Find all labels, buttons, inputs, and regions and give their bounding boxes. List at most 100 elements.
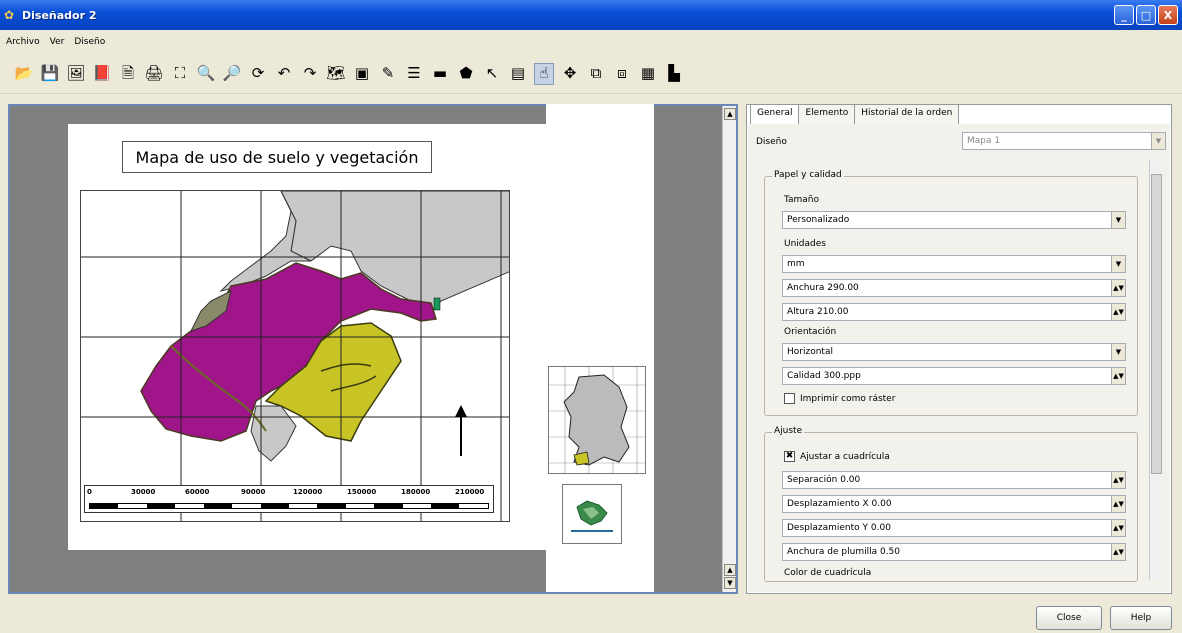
spin-arrows-icon[interactable]: ▲▼ xyxy=(1111,520,1125,536)
chevron-down-icon: ▼ xyxy=(1111,256,1125,272)
tab-general[interactable]: General xyxy=(750,104,800,124)
altura-value: Altura 210.00 xyxy=(787,307,849,317)
canvas-vertical-scrollbar[interactable]: ▲ ▲ ▼ xyxy=(722,106,736,592)
chevron-down-icon: ▼ xyxy=(1111,212,1125,228)
print-icon[interactable]: 🖨 xyxy=(144,63,164,85)
desp-y-spinbox[interactable]: Desplazamiento Y 0.00 ▲▼ xyxy=(782,519,1126,537)
group-icon[interactable]: ⧉ xyxy=(586,63,606,85)
plumilla-spinbox[interactable]: Anchura de plumilla 0.50 ▲▼ xyxy=(782,543,1126,561)
refresh-icon[interactable]: ⟳ xyxy=(248,63,268,85)
export-pdf-icon[interactable]: 📕 xyxy=(92,63,112,85)
logo-icon xyxy=(571,500,613,532)
ungroup-icon[interactable]: ⧈ xyxy=(612,63,632,85)
plumilla-value: Anchura de plumilla 0.50 xyxy=(787,547,901,557)
add-map-icon[interactable]: 🗺 xyxy=(326,63,346,85)
help-button[interactable]: Help xyxy=(1110,606,1172,630)
tamano-select[interactable]: Personalizado ▼ xyxy=(782,211,1126,229)
overview-map[interactable] xyxy=(548,366,646,474)
scroll-down-icon[interactable]: ▼ xyxy=(724,577,736,589)
spin-arrows-icon[interactable]: ▲▼ xyxy=(1111,368,1125,384)
desp-x-value: Desplazamiento X 0.00 xyxy=(787,499,892,509)
close-window-button[interactable]: X xyxy=(1158,5,1178,25)
desp-x-spinbox[interactable]: Desplazamiento X 0.00 ▲▼ xyxy=(782,495,1126,513)
maximize-button[interactable]: □ xyxy=(1136,5,1156,25)
align-icon[interactable]: ▙ xyxy=(664,63,684,85)
panel-scroll-thumb[interactable] xyxy=(1151,174,1162,474)
scale-label: 90000 xyxy=(241,488,266,496)
zoom-full-icon[interactable]: ⛶ xyxy=(170,63,190,85)
map-title-label[interactable]: Mapa de uso de suelo y vegetación xyxy=(122,141,432,173)
scale-label: 60000 xyxy=(185,488,210,496)
menu-ver[interactable]: Ver xyxy=(50,37,65,47)
add-shape-icon[interactable]: ⬟ xyxy=(456,63,476,85)
orientacion-select[interactable]: Horizontal ▼ xyxy=(782,343,1126,361)
anchura-value: Anchura 290.00 xyxy=(787,283,859,293)
scale-label: 120000 xyxy=(293,488,323,496)
raise-icon[interactable]: ▦ xyxy=(638,63,658,85)
ajustar-label: Ajustar a cuadrícula xyxy=(800,452,890,462)
move-content-icon[interactable]: ✥ xyxy=(560,63,580,85)
scroll-up-icon[interactable]: ▲ xyxy=(724,108,736,120)
toolbar: 📂 💾 🖼 📕 🗎 🖨 ⛶ 🔍 🔎 ⟳ ↶ ↷ 🗺 ▣ ✎ ☰ ▬ ⬟ ↖ ▤ ☝ ✥ ⧉ ⧈ ▦ ▙ xyxy=(0,54,1182,94)
ajuste-group-title: Ajuste xyxy=(772,426,805,436)
orientacion-label: Orientación xyxy=(784,327,837,337)
panel-tabs: General Elemento Historial de la orden xyxy=(750,104,960,124)
desp-y-value: Desplazamiento Y 0.00 xyxy=(787,523,891,533)
ajustar-checkbox[interactable]: ✖ xyxy=(784,451,795,462)
redo-icon[interactable]: ↷ xyxy=(300,63,320,85)
add-legend-icon[interactable]: ☰ xyxy=(404,63,424,85)
undo-icon[interactable]: ↶ xyxy=(274,63,294,85)
export-svg-icon[interactable]: 🗎 xyxy=(118,63,138,85)
spin-arrows-icon[interactable]: ▲▼ xyxy=(1111,280,1125,296)
scale-label: 180000 xyxy=(401,488,431,496)
title-bar: ✿ Diseñador 2 _ □ X xyxy=(0,0,1182,30)
tamano-value: Personalizado xyxy=(787,215,850,225)
add-image-icon[interactable]: ▣ xyxy=(352,63,372,85)
save-template-icon[interactable]: 💾 xyxy=(40,63,60,85)
diseno-label: Diseño xyxy=(756,137,787,147)
raster-label: Imprimir como ráster xyxy=(800,394,896,404)
zoom-in-icon[interactable]: 🔍 xyxy=(196,63,216,85)
add-arrow-icon[interactable]: ↖ xyxy=(482,63,502,85)
add-label-icon[interactable]: ✎ xyxy=(378,63,398,85)
scale-bar[interactable]: 0 30000 60000 90000 120000 150000 180000… xyxy=(84,485,494,513)
diseno-select[interactable]: Mapa 1 ▼ xyxy=(962,132,1166,150)
spin-arrows-icon[interactable]: ▲▼ xyxy=(1111,544,1125,560)
minimize-button[interactable]: _ xyxy=(1114,5,1134,25)
separacion-spinbox[interactable]: Separación 0.00 ▲▼ xyxy=(782,471,1126,489)
spin-arrows-icon[interactable]: ▲▼ xyxy=(1111,496,1125,512)
menu-archivo[interactable]: Archivo xyxy=(6,37,40,47)
map-item[interactable] xyxy=(80,190,510,522)
panel-scrollbar[interactable] xyxy=(1149,160,1162,580)
north-arrow-head xyxy=(455,405,467,417)
color-cuadricula-label: Color de cuadrícula xyxy=(784,568,872,578)
raster-checkbox[interactable] xyxy=(784,393,795,404)
green-marker xyxy=(433,297,441,311)
unidades-select[interactable]: mm ▼ xyxy=(782,255,1126,273)
chevron-down-icon: ▼ xyxy=(1111,344,1125,360)
gray-south-patch xyxy=(250,405,297,462)
logo-image[interactable] xyxy=(562,484,622,544)
anchura-spinbox[interactable]: Anchura 290.00 ▲▼ xyxy=(782,279,1126,297)
open-template-icon[interactable]: 📂 xyxy=(14,63,34,85)
menu-diseno[interactable]: Diseño xyxy=(74,37,105,47)
calidad-spinbox[interactable]: Calidad 300.ppp ▲▼ xyxy=(782,367,1126,385)
window-title: Diseñador 2 xyxy=(22,8,97,22)
tab-historial[interactable]: Historial de la orden xyxy=(854,104,960,124)
overview-render xyxy=(549,367,645,473)
zoom-out-icon[interactable]: 🔎 xyxy=(222,63,242,85)
menu-bar: Archivo Ver Diseño xyxy=(0,30,1182,54)
altura-spinbox[interactable]: Altura 210.00 ▲▼ xyxy=(782,303,1126,321)
spin-arrows-icon[interactable]: ▲▼ xyxy=(1111,472,1125,488)
select-move-icon[interactable]: ☝ xyxy=(534,62,554,85)
chevron-down-icon: ▼ xyxy=(1151,133,1165,149)
close-button[interactable]: Close xyxy=(1036,606,1102,630)
add-table-icon[interactable]: ▤ xyxy=(508,63,528,85)
scale-label: 210000 xyxy=(455,488,485,496)
scroll-up-icon[interactable]: ▲ xyxy=(724,564,736,576)
spin-arrows-icon[interactable]: ▲▼ xyxy=(1111,304,1125,320)
add-scalebar-icon[interactable]: ▬ xyxy=(430,63,450,85)
scale-bar-segments xyxy=(89,503,489,509)
export-image-icon[interactable]: 🖼 xyxy=(66,63,86,85)
tab-elemento[interactable]: Elemento xyxy=(798,104,856,124)
